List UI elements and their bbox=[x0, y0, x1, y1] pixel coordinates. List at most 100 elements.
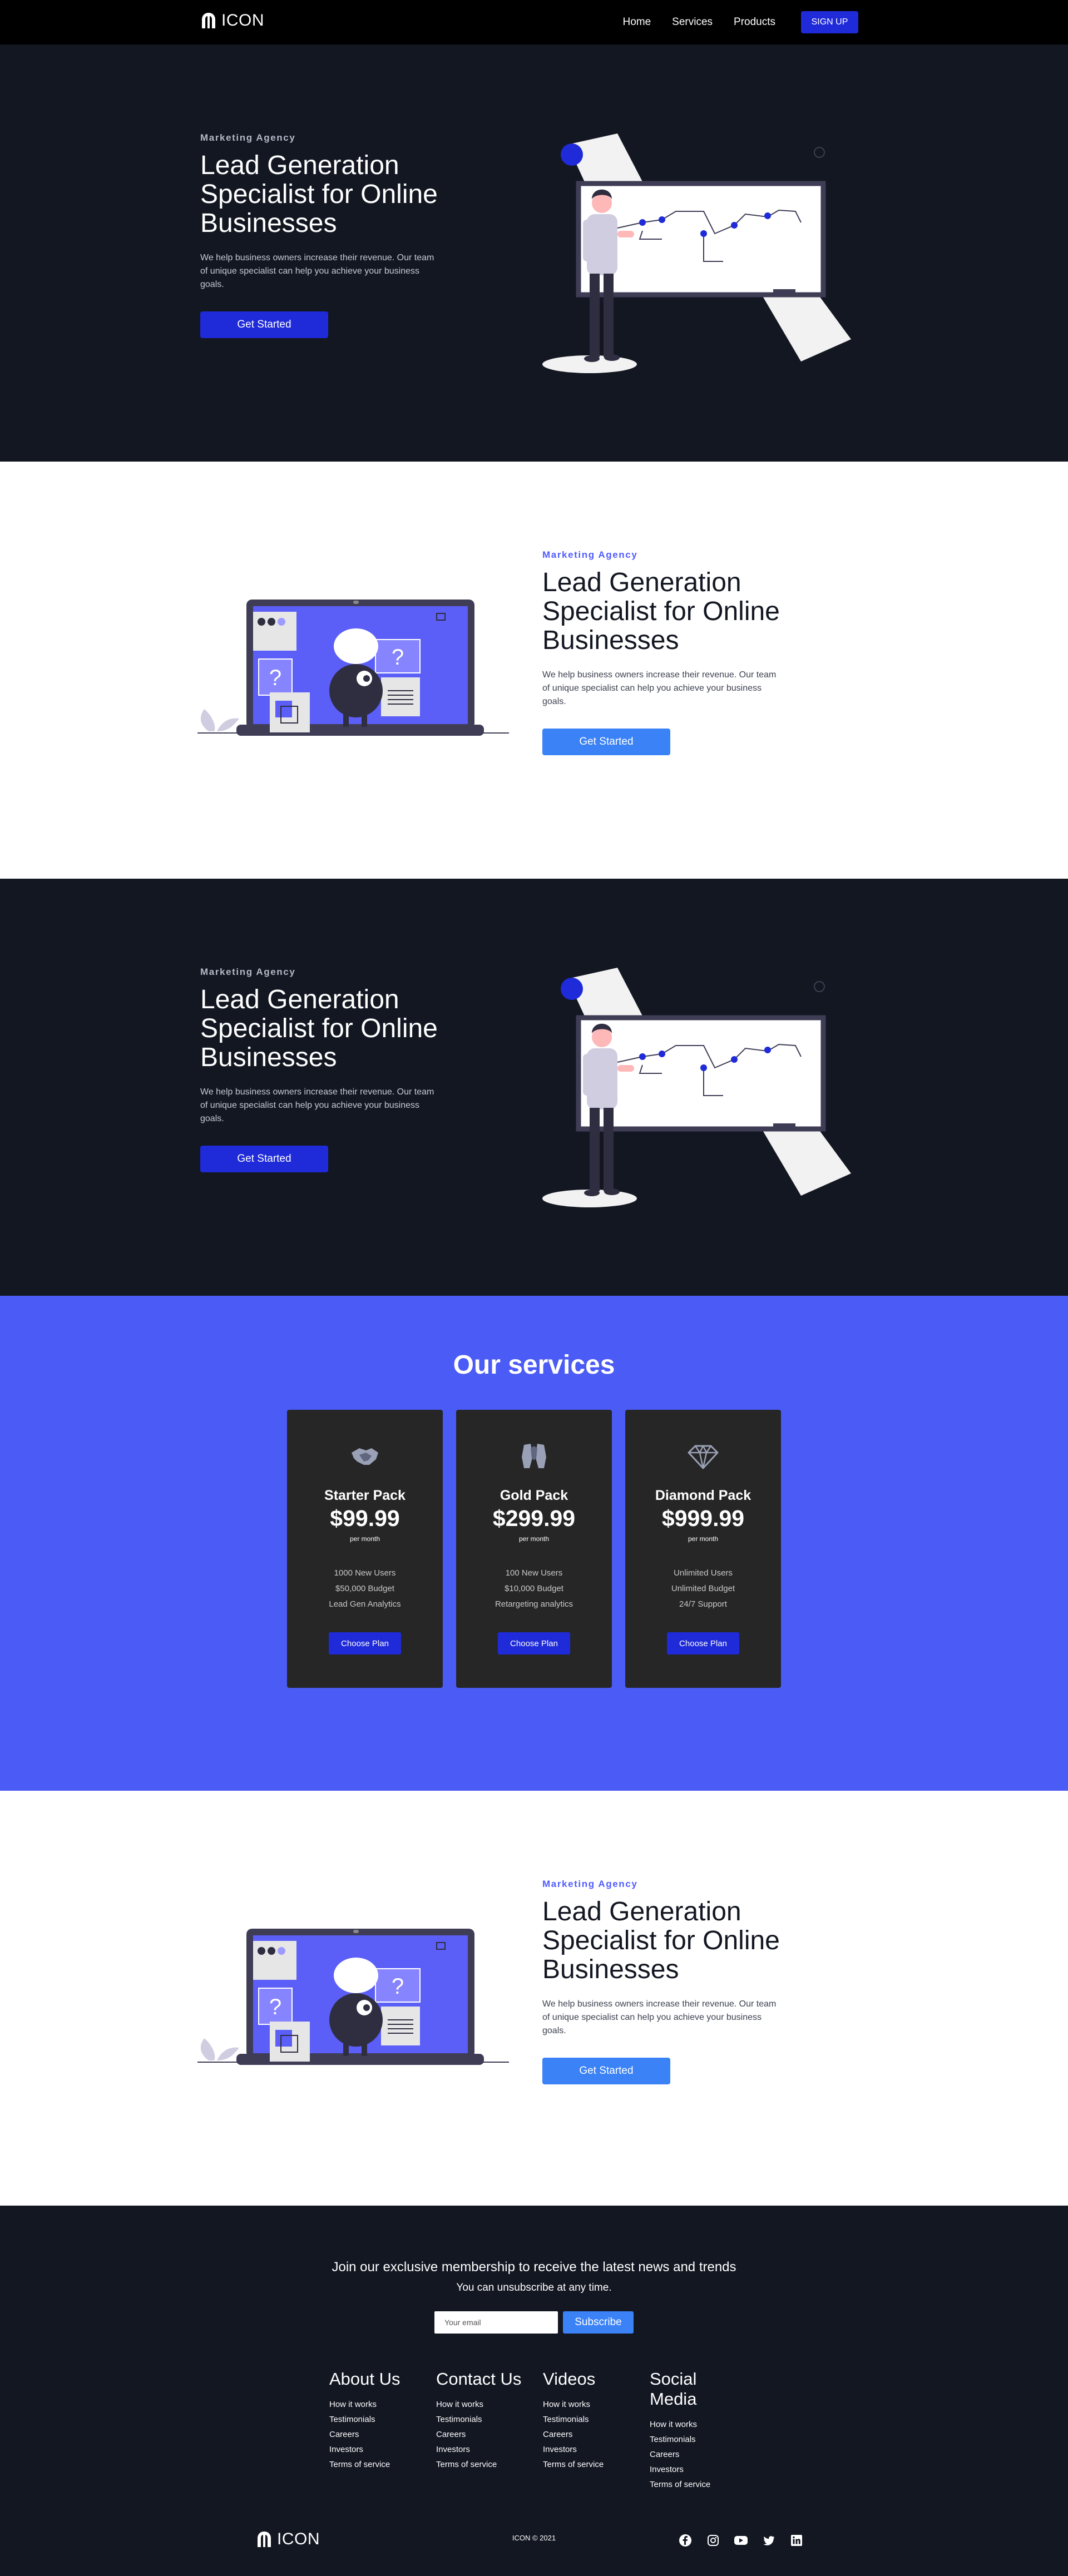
laptop-illustration: ? ? bbox=[197, 600, 509, 736]
plan-feature: Lead Gen Analytics bbox=[329, 1599, 401, 1609]
footer-link[interactable]: Testimonials bbox=[329, 2412, 435, 2427]
get-started-button[interactable]: Get Started bbox=[542, 2058, 670, 2084]
plan-price: $299.99 bbox=[492, 1505, 576, 1531]
pricing-card-diamond: Diamond Pack $999.99 per month Unlimited… bbox=[625, 1410, 781, 1688]
footer-link[interactable]: How it works bbox=[543, 2397, 649, 2412]
pricing-card-gold: Gold Pack $299.99 per month 100 New User… bbox=[456, 1410, 612, 1688]
social-links bbox=[678, 2533, 817, 2548]
linkedin-icon[interactable] bbox=[789, 2533, 804, 2548]
footer-column-title: Videos bbox=[543, 2369, 596, 2389]
pricing-card-starter: Starter Pack $99.99 per month 1000 New U… bbox=[287, 1410, 443, 1688]
plan-feature: Retargeting analytics bbox=[495, 1599, 573, 1609]
hero-description: We help business owners increase their r… bbox=[542, 670, 777, 706]
footer: Join our exclusive membership to receive… bbox=[0, 2206, 1068, 2576]
hero-section-4: Marketing Agency Lead Generation Special… bbox=[0, 1791, 1068, 2208]
email-input[interactable] bbox=[434, 2311, 558, 2334]
plan-name: Starter Pack bbox=[324, 1488, 406, 1503]
choose-plan-button[interactable]: Choose Plan bbox=[498, 1632, 570, 1654]
plan-feature: $10,000 Budget bbox=[505, 1584, 563, 1593]
get-started-button[interactable]: Get Started bbox=[200, 311, 328, 338]
footer-link[interactable]: Investors bbox=[329, 2442, 435, 2457]
plan-name: Diamond Pack bbox=[655, 1488, 751, 1503]
svg-text:?: ? bbox=[392, 645, 404, 670]
svg-text:?: ? bbox=[269, 666, 281, 690]
hero-eyebrow: Marketing Agency bbox=[542, 549, 638, 560]
hero-headline: Lead Generation Specialist for Online Bu… bbox=[542, 1897, 780, 1984]
footer-link[interactable]: Careers bbox=[329, 2427, 435, 2442]
plan-feature: Unlimited Users bbox=[674, 1568, 733, 1578]
copyright: ICON © 2021 bbox=[512, 2534, 556, 2542]
footer-column-title: Contact Us bbox=[436, 2369, 522, 2389]
footer-link[interactable]: How it works bbox=[329, 2397, 435, 2412]
hero-description: We help business owners increase their r… bbox=[200, 253, 434, 289]
footer-link[interactable]: Careers bbox=[543, 2427, 649, 2442]
plan-price: $999.99 bbox=[661, 1505, 745, 1531]
choose-plan-button[interactable]: Choose Plan bbox=[667, 1632, 739, 1654]
footer-link[interactable]: Testimonials bbox=[650, 2432, 728, 2447]
footer-link[interactable]: Careers bbox=[436, 2427, 542, 2442]
diamond-icon bbox=[688, 1445, 719, 1469]
navbar: ICON Home Services Products SIGN UP bbox=[0, 0, 1068, 44]
laptop-illustration: ? ? bbox=[197, 1929, 509, 2065]
logo-icon bbox=[202, 13, 215, 28]
handshake-hands-icon bbox=[522, 1444, 546, 1468]
footer-link[interactable]: Terms of service bbox=[329, 2457, 435, 2472]
choose-plan-button[interactable]: Choose Plan bbox=[329, 1632, 401, 1654]
footer-link[interactable]: How it works bbox=[650, 2417, 728, 2432]
footer-column-social: Social Media How it works Testimonials C… bbox=[650, 2369, 728, 2492]
hero-section-2: Marketing Agency Lead Generation Special… bbox=[0, 462, 1068, 879]
plan-feature: 1000 New Users bbox=[334, 1568, 396, 1578]
footer-link[interactable]: Investors bbox=[543, 2442, 649, 2457]
footer-link[interactable]: Careers bbox=[650, 2447, 728, 2462]
signup-button[interactable]: SIGN UP bbox=[801, 11, 858, 33]
nav-services[interactable]: Services bbox=[672, 16, 713, 28]
footer-link[interactable]: How it works bbox=[436, 2397, 542, 2412]
hero-headline: Lead Generation Specialist for Online Bu… bbox=[200, 151, 438, 238]
footer-link[interactable]: Testimonials bbox=[543, 2412, 649, 2427]
hero-headline: Lead Generation Specialist for Online Bu… bbox=[200, 985, 438, 1072]
footer-column-about: About Us How it works Testimonials Caree… bbox=[329, 2369, 435, 2472]
hero-eyebrow: Marketing Agency bbox=[200, 967, 296, 977]
footer-link[interactable]: Terms of service bbox=[650, 2477, 728, 2492]
plan-feature: 24/7 Support bbox=[679, 1599, 727, 1609]
footer-link[interactable]: Terms of service bbox=[543, 2457, 649, 2472]
services-title: Our services bbox=[453, 1350, 615, 1380]
footer-link[interactable]: Investors bbox=[436, 2442, 542, 2457]
hero-section-1: Marketing Agency Lead Generation Special… bbox=[0, 44, 1068, 462]
nav-links: Home Services Products SIGN UP bbox=[622, 0, 858, 44]
logo-text: ICON bbox=[221, 11, 264, 29]
plan-period: per month bbox=[518, 1535, 550, 1543]
footer-column-contact: Contact Us How it works Testimonials Car… bbox=[436, 2369, 542, 2472]
plan-feature: 100 New Users bbox=[505, 1568, 563, 1578]
twitter-icon[interactable] bbox=[761, 2533, 777, 2548]
plan-name: Gold Pack bbox=[500, 1488, 568, 1503]
plan-period: per month bbox=[688, 1535, 719, 1543]
svg-text:?: ? bbox=[269, 1995, 281, 2019]
svg-text:?: ? bbox=[392, 1974, 404, 1999]
logo[interactable]: ICON bbox=[200, 11, 264, 30]
hero-headline: Lead Generation Specialist for Online Bu… bbox=[542, 568, 780, 655]
instagram-icon[interactable] bbox=[705, 2533, 721, 2548]
nav-products[interactable]: Products bbox=[734, 16, 775, 28]
plan-feature: Unlimited Budget bbox=[671, 1584, 735, 1593]
presentation-illustration bbox=[542, 968, 851, 1207]
hero-description: We help business owners increase their r… bbox=[542, 1999, 777, 2035]
hero-section-3: Marketing Agency Lead Generation Special… bbox=[0, 879, 1068, 1296]
presentation-illustration bbox=[542, 133, 851, 373]
footer-link[interactable]: Terms of service bbox=[436, 2457, 542, 2472]
footer-column-title: Social Media bbox=[650, 2369, 697, 2409]
plan-period: per month bbox=[349, 1535, 380, 1543]
youtube-icon[interactable] bbox=[733, 2533, 749, 2548]
footer-link[interactable]: Investors bbox=[650, 2462, 728, 2477]
hero-description: We help business owners increase their r… bbox=[200, 1087, 434, 1123]
get-started-button[interactable]: Get Started bbox=[542, 729, 670, 755]
nav-home[interactable]: Home bbox=[622, 16, 651, 28]
subscribe-button[interactable]: Subscribe bbox=[563, 2311, 634, 2334]
facebook-icon[interactable] bbox=[678, 2533, 693, 2548]
footer-link[interactable]: Testimonials bbox=[436, 2412, 542, 2427]
services-section: Our services Starter Pack $99.99 per mon… bbox=[0, 1296, 1068, 1791]
get-started-button[interactable]: Get Started bbox=[200, 1146, 328, 1172]
plan-feature: $50,000 Budget bbox=[335, 1584, 394, 1593]
newsletter-heading: Join our exclusive membership to receive… bbox=[332, 2260, 736, 2275]
hero-eyebrow: Marketing Agency bbox=[200, 132, 296, 143]
